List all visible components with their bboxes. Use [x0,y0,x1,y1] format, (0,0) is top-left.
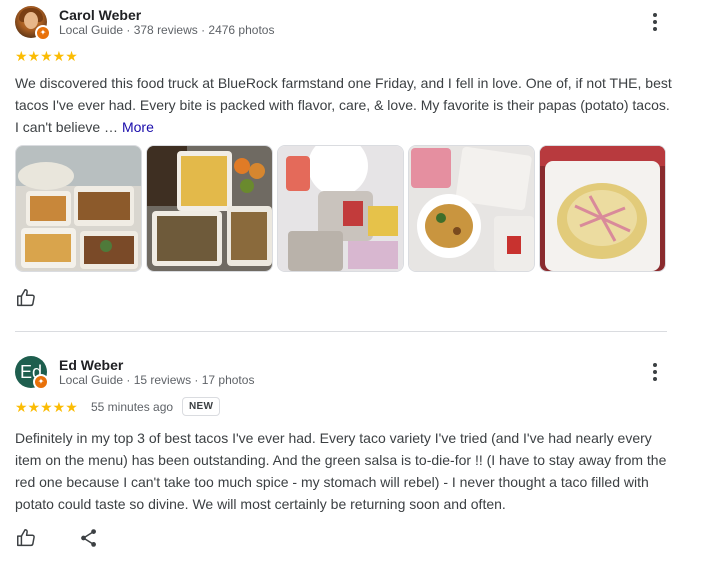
share-icon[interactable] [78,527,100,554]
more-options-icon[interactable] [643,360,667,384]
review-photo[interactable] [277,145,404,272]
reviewer-meta: Local Guide · 15 reviews · 17 photos [59,373,255,387]
review-photo[interactable] [408,145,535,272]
thumbs-up-icon[interactable] [15,287,37,314]
review-text: We discovered this food truck at BlueRoc… [15,72,675,138]
reviewer-name[interactable]: Ed Weber [59,357,123,373]
new-badge: NEW [182,397,221,416]
review-photo[interactable] [15,145,142,272]
review-text: Definitely in my top 3 of best tacos I'v… [15,430,667,512]
reviewer-name[interactable]: Carol Weber [59,7,141,23]
more-options-icon[interactable] [643,10,667,34]
review-body: We discovered this food truck at BlueRoc… [15,75,672,135]
local-guide-badge-icon: ✦ [33,374,49,390]
review-divider [15,331,667,332]
more-link[interactable]: More [122,119,154,135]
local-guide-badge-icon: ✦ [35,25,51,41]
reviewer-meta: Local Guide · 378 reviews · 2476 photos [59,23,275,37]
thumbs-up-icon[interactable] [15,527,37,554]
review-time: 55 minutes ago [91,400,174,414]
review-photo[interactable] [146,145,273,272]
star-rating: ★★★★★ [15,48,78,64]
review-photo[interactable] [539,145,666,272]
star-rating: ★★★★★ [15,399,78,415]
